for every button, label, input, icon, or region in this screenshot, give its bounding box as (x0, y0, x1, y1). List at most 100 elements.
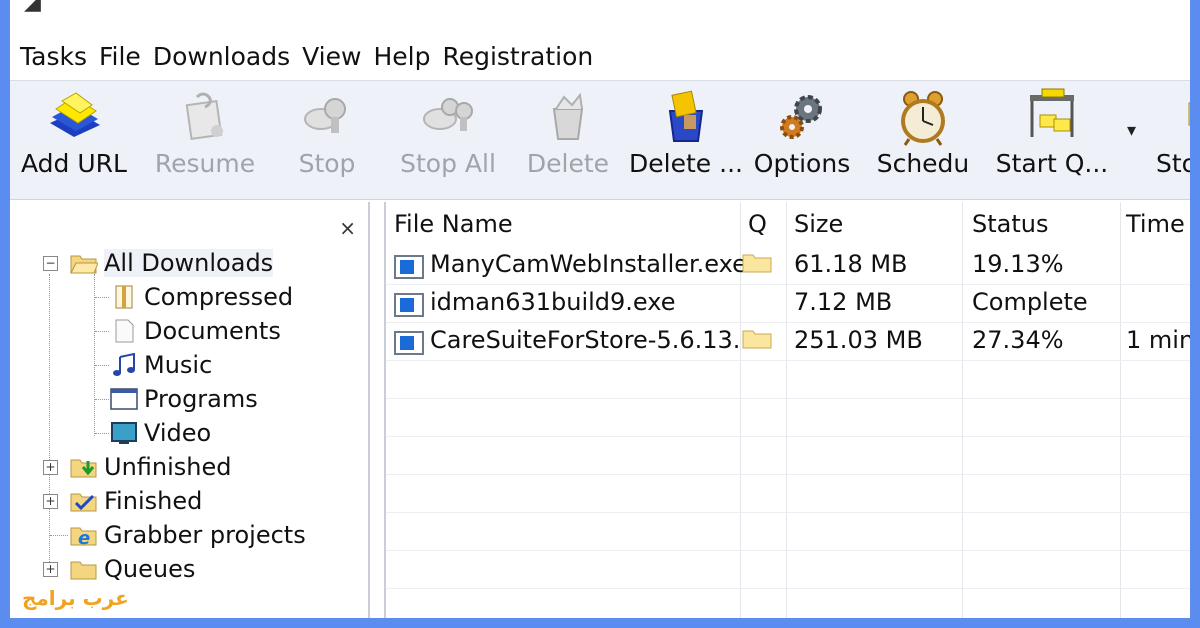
tree-label: Grabber projects (104, 521, 306, 549)
list-header: File Name Q Size Status Time le (386, 202, 1190, 246)
menu-file[interactable]: File (99, 40, 141, 73)
tree-item-unfinished[interactable]: Unfinished (70, 452, 232, 482)
row-divider (386, 550, 1190, 551)
tree-connector (95, 297, 109, 298)
expand-unfinished-toggle[interactable]: + (43, 460, 58, 475)
menu-tasks[interactable]: Tasks (20, 40, 87, 73)
stop-label: Stop (298, 149, 356, 178)
expand-finished-toggle[interactable]: + (43, 494, 58, 509)
collapse-all-downloads-toggle[interactable]: − (43, 256, 58, 271)
add-url-label: Add URL (21, 149, 127, 178)
status-cell: Complete (972, 288, 1088, 316)
resume-icon (173, 87, 237, 147)
table-row[interactable]: ManyCamWebInstaller.exe 61.18 MB 19.13% (386, 246, 1190, 284)
tree-label: Queues (104, 555, 196, 583)
menu-registration[interactable]: Registration (442, 40, 593, 73)
delete-completed-button[interactable]: Delete ... (624, 81, 748, 199)
status-cell: 27.34% (972, 326, 1064, 354)
time-left-cell: 1 min 5 (1126, 326, 1190, 354)
tree-label: Unfinished (104, 453, 232, 481)
tree-item-video[interactable]: Video (110, 418, 211, 448)
tree-label: Programs (144, 385, 258, 413)
column-header-file-name[interactable]: File Name (394, 210, 513, 238)
exe-file-icon (394, 254, 424, 280)
column-header-status[interactable]: Status (972, 210, 1048, 238)
menu-view[interactable]: View (302, 40, 361, 73)
expand-queues-toggle[interactable]: + (43, 562, 58, 577)
categories-panel: × All Downloads − Compressed Documents M… (22, 202, 370, 618)
folder-icon (70, 557, 98, 581)
alarm-clock-icon (891, 87, 955, 147)
table-row[interactable]: CareSuiteForStore-5.6.13... 251.03 MB 27… (386, 322, 1190, 360)
file-name-cell: idman631build9.exe (430, 288, 676, 316)
size-cell: 251.03 MB (794, 326, 923, 354)
options-label: Options (753, 149, 851, 178)
options-button[interactable]: Options (750, 81, 854, 199)
scheduler-label: Schedu (876, 149, 970, 178)
menu-downloads[interactable]: Downloads (153, 40, 290, 73)
tree-label: Documents (144, 317, 281, 345)
stop-button[interactable]: Stop (272, 81, 382, 199)
tree-item-all-downloads[interactable]: All Downloads (70, 248, 274, 278)
categories-header: × (40, 208, 360, 240)
resume-button[interactable]: Resume (140, 81, 270, 199)
music-note-icon (110, 352, 138, 377)
stop-icon (295, 87, 359, 147)
app-title-icon: ◢ (24, 0, 41, 15)
file-name-cell: CareSuiteForStore-5.6.13... (430, 326, 756, 354)
tree-item-queues[interactable]: Queues (70, 554, 195, 584)
tree-connector (50, 535, 68, 536)
stop-all-label: Stop All (400, 149, 496, 178)
stop-queue-button[interactable]: Sto (1156, 81, 1190, 199)
tree-item-programs[interactable]: Programs (110, 384, 258, 414)
folder-checkmark-icon (70, 489, 98, 513)
status-cell: 19.13% (972, 250, 1064, 278)
delete-icon (536, 87, 600, 147)
tree-item-finished[interactable]: Finished (70, 486, 202, 516)
delete-button[interactable]: Delete (516, 81, 620, 199)
column-header-queue[interactable]: Q (748, 210, 767, 238)
close-icon[interactable]: × (339, 216, 356, 240)
app-window: ◢ Tasks File Downloads View Help Registr… (10, 0, 1190, 618)
tree-connector (94, 274, 95, 436)
scheduler-button[interactable]: Schedu (868, 81, 978, 199)
stop-all-icon (416, 87, 480, 147)
column-header-time-left[interactable]: Time le (1126, 210, 1190, 238)
toolbar: Add URL Resume Stop Stop All Delete Dele… (10, 80, 1190, 200)
table-row[interactable]: idman631build9.exe 7.12 MB Complete (386, 284, 1190, 322)
stop-all-button[interactable]: Stop All (388, 81, 508, 199)
exe-file-icon (394, 292, 424, 318)
row-divider (386, 436, 1190, 437)
delete-completed-label: Delete ... (629, 149, 743, 178)
column-header-size[interactable]: Size (794, 210, 843, 238)
size-cell: 7.12 MB (794, 288, 893, 316)
gears-icon (770, 87, 834, 147)
row-divider (386, 398, 1190, 399)
tree-connector (49, 274, 50, 574)
add-url-button[interactable]: Add URL (14, 81, 134, 199)
tree-item-grabber-projects[interactable]: e Grabber projects (70, 520, 306, 550)
start-queue-dropdown-arrow-icon[interactable]: ▾ (1127, 120, 1136, 141)
queue-folder-icon (742, 326, 772, 350)
start-queue-label: Start Q... (995, 149, 1109, 178)
start-queue-button[interactable]: Start Q... (990, 81, 1114, 199)
tree-label: All Downloads (104, 249, 274, 277)
tree-item-compressed[interactable]: Compressed (110, 282, 293, 312)
tree-label: Finished (104, 487, 203, 515)
ie-browser-icon: e (70, 523, 98, 549)
title-bar: ◢ (10, 0, 1190, 22)
delete-label: Delete (526, 149, 610, 178)
svg-text:e: e (78, 528, 90, 547)
zip-file-icon (110, 285, 138, 309)
tree-connector (95, 331, 109, 332)
size-cell: 61.18 MB (794, 250, 908, 278)
tree-connector (95, 433, 109, 434)
start-queue-icon (1020, 87, 1084, 147)
tree-item-documents[interactable]: Documents (110, 316, 281, 346)
video-screen-icon (110, 421, 138, 445)
menu-help[interactable]: Help (373, 40, 430, 73)
row-divider (386, 512, 1190, 513)
program-window-icon (110, 387, 138, 411)
exe-file-icon (394, 330, 424, 356)
tree-item-music[interactable]: Music (110, 350, 212, 380)
